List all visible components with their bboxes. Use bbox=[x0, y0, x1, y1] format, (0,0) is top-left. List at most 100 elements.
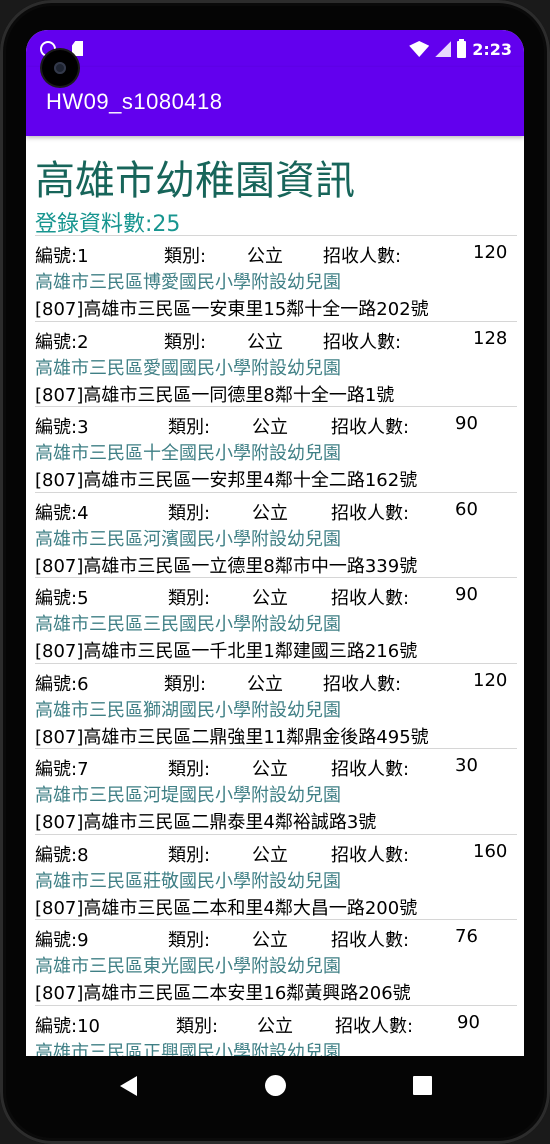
item-id: 編號:2 bbox=[35, 331, 89, 353]
item-name: 高雄市三民區河堤國民小學附設幼兒園 bbox=[35, 785, 341, 806]
item-type: 公立 bbox=[257, 1015, 293, 1037]
item-id: 編號:5 bbox=[35, 588, 89, 609]
recents-icon[interactable] bbox=[413, 1076, 432, 1095]
main-content[interactable]: 高雄市幼稚園資訊 登錄資料數:25 編號:1 類別: 公立 招收人數: 120 高雄市三民… bbox=[26, 136, 524, 1056]
record-count: 登錄資料數:25 bbox=[35, 212, 181, 237]
page-title: 高雄市幼稚園資訊 bbox=[35, 158, 355, 204]
item-capacity-label: 招收人數: bbox=[331, 759, 410, 780]
list-item[interactable]: 編號:8 類別: 公立 招收人數: 160 高雄市三民區莊敬國民小學附設幼兒園 [807]高… bbox=[35, 833, 517, 920]
item-capacity-label: 招收人數: bbox=[331, 930, 410, 951]
app-title: HW09_s1080418 bbox=[46, 89, 223, 114]
item-meta-row: 編號:9 類別: 公立 招收人數: 76 bbox=[35, 926, 505, 951]
item-name: 高雄市三民區三民國民小學附設幼兒園 bbox=[35, 614, 341, 635]
list-item[interactable]: 編號:2 類別: 公立 招收人數: 128 高雄市三民區愛國國民小學附設幼兒園 [807]高… bbox=[35, 320, 517, 407]
item-capacity-label: 招收人數: bbox=[331, 417, 410, 438]
item-id: 編號:6 bbox=[35, 673, 89, 695]
item-type-label: 類別: bbox=[168, 417, 211, 438]
item-capacity-label: 招收人數: bbox=[323, 673, 402, 695]
item-capacity-label: 招收人數: bbox=[331, 844, 410, 866]
item-type-label: 類別: bbox=[168, 588, 211, 609]
item-name: 高雄市三民區獅湖國民小學附設幼兒園 bbox=[35, 699, 341, 721]
item-address: [807]高雄市三民區一同德里8鄰十全一路1號 bbox=[35, 384, 395, 406]
item-capacity: 90 bbox=[455, 584, 478, 605]
list-item[interactable]: 編號:3 類別: 公立 招收人數: 90 高雄市三民區十全國民小學附設幼兒園 [807]高雄… bbox=[35, 406, 517, 492]
item-address: [807]高雄市三民區二鼎泰里4鄰裕誠路3號 bbox=[35, 812, 377, 833]
item-id: 編號:9 bbox=[35, 930, 89, 951]
item-capacity: 160 bbox=[473, 840, 508, 862]
list-item[interactable]: 編號:5 類別: 公立 招收人數: 90 高雄市三民區三民國民小學附設幼兒園 [807]高雄… bbox=[35, 577, 517, 663]
item-capacity: 120 bbox=[473, 242, 508, 263]
item-type: 公立 bbox=[252, 502, 288, 524]
kindergarten-list[interactable]: 編號:1 類別: 公立 招收人數: 120 高雄市三民區博愛國民小學附設幼兒園 [807]高… bbox=[35, 235, 517, 1056]
item-id: 編號:3 bbox=[35, 417, 89, 438]
item-meta-row: 編號:8 類別: 公立 招收人數: 160 bbox=[35, 840, 508, 866]
item-id: 編號:4 bbox=[35, 502, 89, 524]
item-capacity: 120 bbox=[473, 669, 508, 691]
item-type-label: 類別: bbox=[168, 502, 211, 524]
wifi-icon bbox=[409, 41, 430, 57]
item-type-label: 類別: bbox=[164, 331, 207, 353]
item-type-label: 類別: bbox=[168, 759, 211, 780]
item-meta-row: 編號:7 類別: 公立 招收人數: 30 bbox=[35, 755, 505, 780]
item-name: 高雄市三民區十全國民小學附設幼兒園 bbox=[35, 443, 341, 464]
item-id: 編號:7 bbox=[35, 759, 89, 780]
list-item[interactable]: 編號:10 類別: 公立 招收人數: 90 高雄市三民區正興國民小學附設幼兒園 bbox=[35, 1004, 517, 1057]
item-meta-row: 編號:5 類別: 公立 招收人數: 90 bbox=[35, 584, 505, 609]
item-name: 高雄市三民區正興國民小學附設幼兒園 bbox=[35, 1041, 341, 1057]
list-item[interactable]: 編號:4 類別: 公立 招收人數: 60 高雄市三民區河濱國民小學附設幼兒園 [807]高雄… bbox=[35, 491, 517, 578]
item-type: 公立 bbox=[247, 246, 283, 267]
status-time: 2:23 bbox=[472, 39, 512, 59]
item-id: 編號:10 bbox=[35, 1015, 100, 1037]
list-item[interactable]: 編號:9 類別: 公立 招收人數: 76 高雄市三民區東光國民小學附設幼兒園 [807]高雄… bbox=[35, 919, 517, 1005]
home-icon[interactable] bbox=[265, 1075, 286, 1096]
item-address: [807]高雄市三民區二本安里16鄰黃興路206號 bbox=[35, 983, 411, 1004]
item-type: 公立 bbox=[252, 759, 288, 780]
status-icons: 2:23 bbox=[409, 38, 512, 60]
signal-icon bbox=[435, 41, 452, 57]
item-type: 公立 bbox=[247, 331, 283, 353]
item-type: 公立 bbox=[252, 930, 288, 951]
list-item[interactable]: 編號:6 類別: 公立 招收人數: 120 高雄市三民區獅湖國民小學附設幼兒園 [807]高… bbox=[35, 662, 517, 749]
item-address: [807]高雄市三民區一千北里1鄰建國三路216號 bbox=[35, 641, 418, 662]
status-bar: 2:23 bbox=[26, 30, 524, 67]
item-type: 公立 bbox=[252, 588, 288, 609]
item-type: 公立 bbox=[252, 417, 288, 438]
sim-card-icon bbox=[72, 41, 83, 56]
item-capacity-label: 招收人數: bbox=[323, 246, 402, 267]
item-name: 高雄市三民區河濱國民小學附設幼兒園 bbox=[35, 528, 341, 550]
item-address: [807]高雄市三民區二本和里4鄰大昌一路200號 bbox=[35, 897, 418, 919]
front-camera bbox=[42, 50, 78, 86]
item-address: [807]高雄市三民區二鼎強里11鄰鼎金後路495號 bbox=[35, 726, 429, 748]
list-item[interactable]: 編號:1 類別: 公立 招收人數: 120 高雄市三民區博愛國民小學附設幼兒園 [807]高… bbox=[35, 235, 517, 321]
item-capacity: 60 bbox=[455, 498, 478, 520]
item-name: 高雄市三民區博愛國民小學附設幼兒園 bbox=[35, 272, 341, 293]
item-capacity: 76 bbox=[455, 926, 478, 947]
item-capacity: 90 bbox=[455, 413, 478, 434]
item-type: 公立 bbox=[252, 844, 288, 866]
battery-icon bbox=[457, 38, 467, 58]
back-icon[interactable] bbox=[120, 1076, 137, 1096]
item-capacity-label: 招收人數: bbox=[335, 1015, 414, 1037]
item-type-label: 類別: bbox=[176, 1015, 219, 1037]
item-id: 編號:1 bbox=[35, 246, 89, 267]
item-capacity: 128 bbox=[473, 327, 508, 349]
item-meta-row: 編號:1 類別: 公立 招收人數: 120 bbox=[35, 242, 508, 267]
item-meta-row: 編號:4 類別: 公立 招收人數: 60 bbox=[35, 498, 505, 524]
item-name: 高雄市三民區莊敬國民小學附設幼兒園 bbox=[35, 870, 341, 892]
navigation-bar bbox=[26, 1056, 524, 1116]
item-capacity-label: 招收人數: bbox=[331, 588, 410, 609]
item-name: 高雄市三民區愛國國民小學附設幼兒園 bbox=[35, 357, 341, 379]
item-type-label: 類別: bbox=[168, 844, 211, 866]
item-meta-row: 編號:3 類別: 公立 招收人數: 90 bbox=[35, 413, 505, 438]
item-meta-row: 編號:10 類別: 公立 招收人數: 90 bbox=[35, 1011, 505, 1037]
item-meta-row: 編號:6 類別: 公立 招收人數: 120 bbox=[35, 669, 508, 695]
item-address: [807]高雄市三民區一安邦里4鄰十全二路162號 bbox=[35, 470, 418, 491]
item-address: [807]高雄市三民區一立德里8鄰市中一路339號 bbox=[35, 555, 418, 577]
item-meta-row: 編號:2 類別: 公立 招收人數: 128 bbox=[35, 327, 508, 353]
item-capacity: 90 bbox=[457, 1011, 480, 1033]
item-name: 高雄市三民區東光國民小學附設幼兒園 bbox=[35, 956, 341, 977]
item-type-label: 類別: bbox=[164, 246, 207, 267]
item-id: 編號:8 bbox=[35, 844, 89, 866]
item-type-label: 類別: bbox=[168, 930, 211, 951]
list-item[interactable]: 編號:7 類別: 公立 招收人數: 30 高雄市三民區河堤國民小學附設幼兒園 [807]高雄… bbox=[35, 748, 517, 834]
